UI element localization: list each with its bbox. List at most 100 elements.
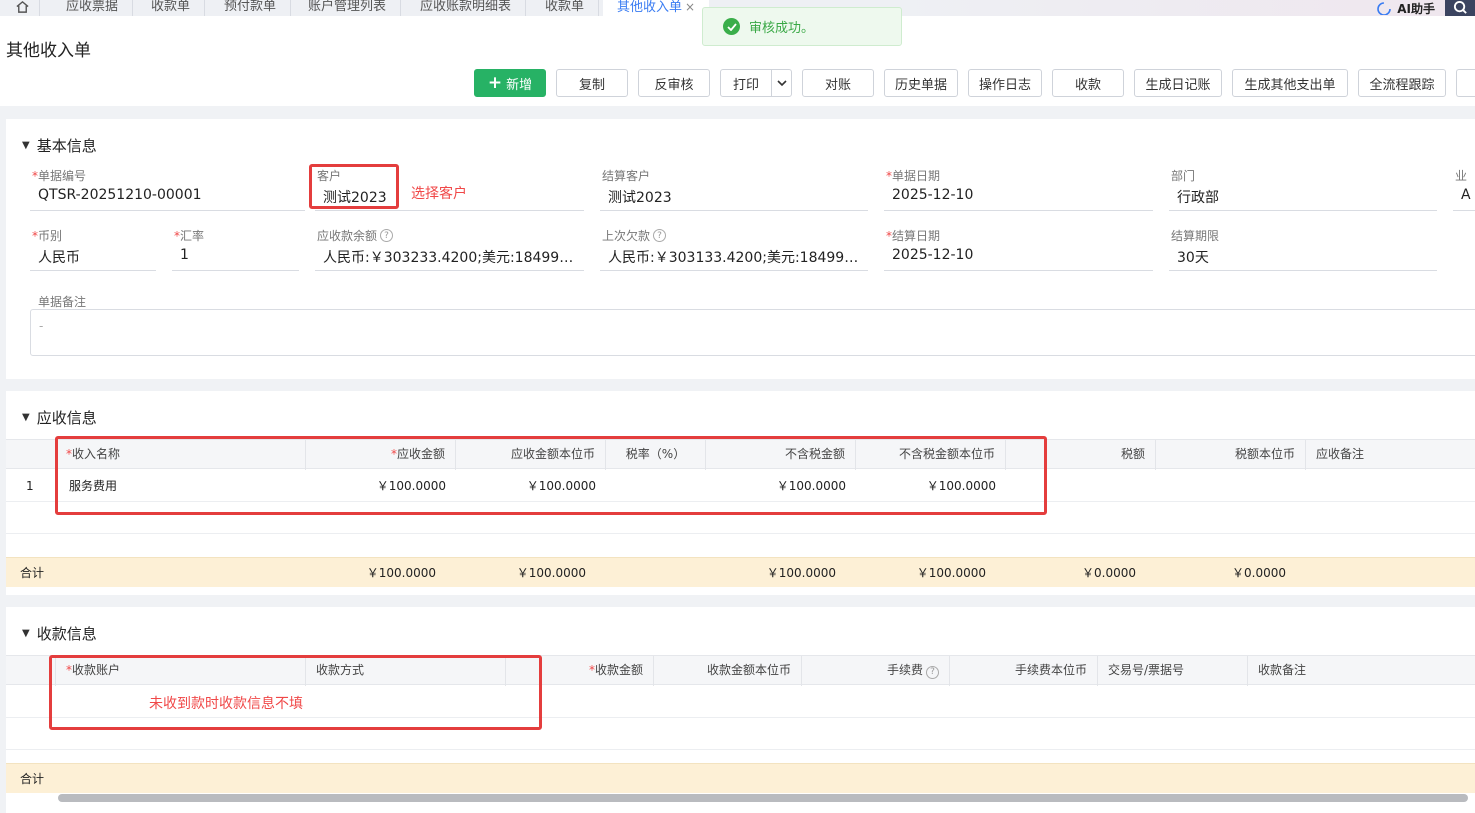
gen-journal-button[interactable]: 生成日记账: [1134, 69, 1222, 97]
field-label: 业: [1455, 169, 1468, 183]
tab-receipt-2[interactable]: 收款单: [531, 0, 600, 16]
col-fee[interactable]: 手续费?: [802, 656, 950, 686]
field-value: QTSR-20251210-00001: [38, 187, 202, 203]
customer-annotation-box: [309, 164, 399, 209]
section-title-text: 收款信息: [36, 625, 97, 643]
plus-icon: +: [487, 72, 503, 93]
ai-icon: [1377, 2, 1392, 15]
doc-date-field[interactable]: * 单据日期 2025-12-10: [884, 167, 1153, 211]
receivable-annotation-box: [55, 436, 1047, 515]
page-title: 其他收入单: [6, 41, 91, 61]
col-remark[interactable]: 应收备注: [1306, 440, 1475, 470]
field-value: 2025-12-10: [892, 187, 974, 203]
total-amount: ￥100.0000: [366, 566, 436, 580]
ar-balance-field: 应收款余额? 人民币:￥303233.4200;美元:1849998...: [315, 227, 584, 271]
cell-remark[interactable]: [1306, 470, 1475, 502]
print-dropdown[interactable]: [771, 69, 792, 97]
field-value: 2025-12-10: [892, 247, 974, 263]
col-txn-no[interactable]: 交易号/票据号: [1098, 656, 1248, 686]
field-value: A: [1461, 187, 1471, 203]
home-icon: [16, 0, 29, 13]
field-value: 行政部: [1177, 190, 1219, 206]
settle-date-field[interactable]: * 结算日期 2025-12-10: [884, 227, 1153, 271]
add-label: 新增: [506, 77, 533, 93]
tab-other-income[interactable]: 其他收入单 ×: [603, 0, 710, 16]
row-index: 1: [26, 479, 34, 493]
tab-label: 应收票据: [66, 0, 119, 14]
settle-customer-field[interactable]: 结算客户 测试2023: [600, 167, 868, 211]
tab-prepayment[interactable]: 预付款单: [210, 0, 292, 16]
copy-button[interactable]: 复制: [556, 69, 628, 97]
close-icon[interactable]: ×: [685, 0, 695, 14]
currency-field[interactable]: * 币别 人民币: [30, 227, 156, 271]
rate-field[interactable]: * 汇率 1: [172, 227, 299, 271]
success-toast: 审核成功。: [702, 7, 902, 46]
collection-title[interactable]: ▼ 收款信息: [22, 623, 97, 644]
biz-field[interactable]: 业 A: [1453, 167, 1475, 211]
field-value: 人民币: [38, 250, 80, 266]
field-label: 部门: [1171, 169, 1196, 183]
field-label: 结算期限: [1171, 229, 1220, 243]
customer-annotation-text: 选择客户: [411, 186, 467, 202]
more-button[interactable]: [1456, 69, 1475, 97]
history-button[interactable]: 历史单据: [884, 69, 958, 97]
oplog-button[interactable]: 操作日志: [968, 69, 1042, 97]
table-row-empty: [6, 534, 1475, 557]
field-label: 上次欠款?: [602, 227, 667, 244]
receivable-title[interactable]: ▼ 应收信息: [22, 407, 97, 428]
field-label: * 币别: [32, 228, 63, 244]
table-row-empty: [6, 750, 1475, 763]
col-collect-amount-base[interactable]: 收款金额本位币: [654, 656, 802, 686]
col-tax-base[interactable]: 税额本位币: [1156, 440, 1306, 470]
add-button[interactable]: + 新增: [474, 69, 546, 97]
field-value: 人民币:￥303133.4200;美元:1849998...: [608, 250, 863, 266]
tab-ar-notes[interactable]: 应收票据: [52, 0, 134, 16]
unaudit-button[interactable]: 反审核: [638, 69, 710, 97]
ai-assistant-button[interactable]: AI助手: [1375, 0, 1435, 16]
help-icon[interactable]: ?: [380, 229, 394, 242]
receivable-section: ▼ 应收信息 *收入名称 *应收金额 应收金额本位币 税率（%） 不含税金额 不含…: [6, 391, 1475, 595]
tab-receipt-1[interactable]: 收款单: [137, 0, 206, 16]
doc-no-field[interactable]: * 单据编号 QTSR-20251210-00001: [30, 167, 305, 211]
total-net-base: ￥100.0000: [916, 566, 986, 580]
home-tab[interactable]: [6, 0, 40, 16]
tab-label: 收款单: [151, 0, 191, 14]
collapse-triangle-icon: ▼: [22, 412, 30, 423]
col-collect-remark[interactable]: 收款备注: [1248, 656, 1475, 686]
collection-total-row: 合计: [6, 763, 1475, 793]
settle-term-field[interactable]: 结算期限 30天: [1169, 227, 1437, 271]
help-icon[interactable]: ?: [653, 229, 667, 242]
field-value: 1: [180, 247, 189, 263]
col-index: [6, 440, 56, 470]
search-icon: [1453, 0, 1467, 14]
horizontal-scrollbar[interactable]: [58, 794, 1468, 802]
field-label: * 单据编号: [32, 168, 87, 184]
basic-info-title[interactable]: ▼ 基本信息: [22, 135, 97, 156]
dept-field[interactable]: 部门 行政部: [1169, 167, 1437, 211]
field-value: 30天: [1177, 250, 1209, 266]
field-value: 人民币:￥303233.4200;美元:1849998...: [323, 250, 578, 266]
collapse-triangle-icon: ▼: [22, 140, 30, 151]
total-tax: ￥0.0000: [1082, 566, 1136, 580]
help-icon[interactable]: ?: [926, 666, 939, 679]
last-debt-field: 上次欠款? 人民币:￥303133.4200;美元:1849998...: [600, 227, 868, 271]
tab-ar-detail[interactable]: 应收账款明细表: [406, 0, 527, 16]
gen-other-expense-button[interactable]: 生成其他支出单: [1232, 69, 1348, 97]
tab-label: 应收账款明细表: [420, 0, 512, 14]
reconcile-button[interactable]: 对账: [802, 69, 874, 97]
collapse-triangle-icon: ▼: [22, 628, 30, 639]
tab-account-list[interactable]: 账户管理列表: [294, 0, 402, 16]
remark-label: 单据备注: [38, 295, 87, 309]
print-button[interactable]: 打印: [720, 69, 772, 97]
remark-textarea[interactable]: -: [30, 309, 1475, 356]
receive-button[interactable]: 收款: [1052, 69, 1124, 97]
total-label: 合计: [20, 772, 45, 786]
tab-label: 预付款单: [224, 0, 277, 14]
receivable-total-row: 合计 ￥100.0000 ￥100.0000 ￥100.0000 ￥100.00…: [6, 557, 1475, 587]
basic-info-section: ▼ 基本信息 * 单据编号 QTSR-20251210-00001 客户 测试202…: [6, 119, 1475, 379]
ai-label: AI助手: [1397, 1, 1435, 16]
col-fee-base[interactable]: 手续费本位币: [950, 656, 1098, 686]
total-net: ￥100.0000: [766, 566, 836, 580]
tab-label: 其他收入单: [617, 0, 683, 15]
trace-button[interactable]: 全流程跟踪: [1358, 69, 1446, 97]
